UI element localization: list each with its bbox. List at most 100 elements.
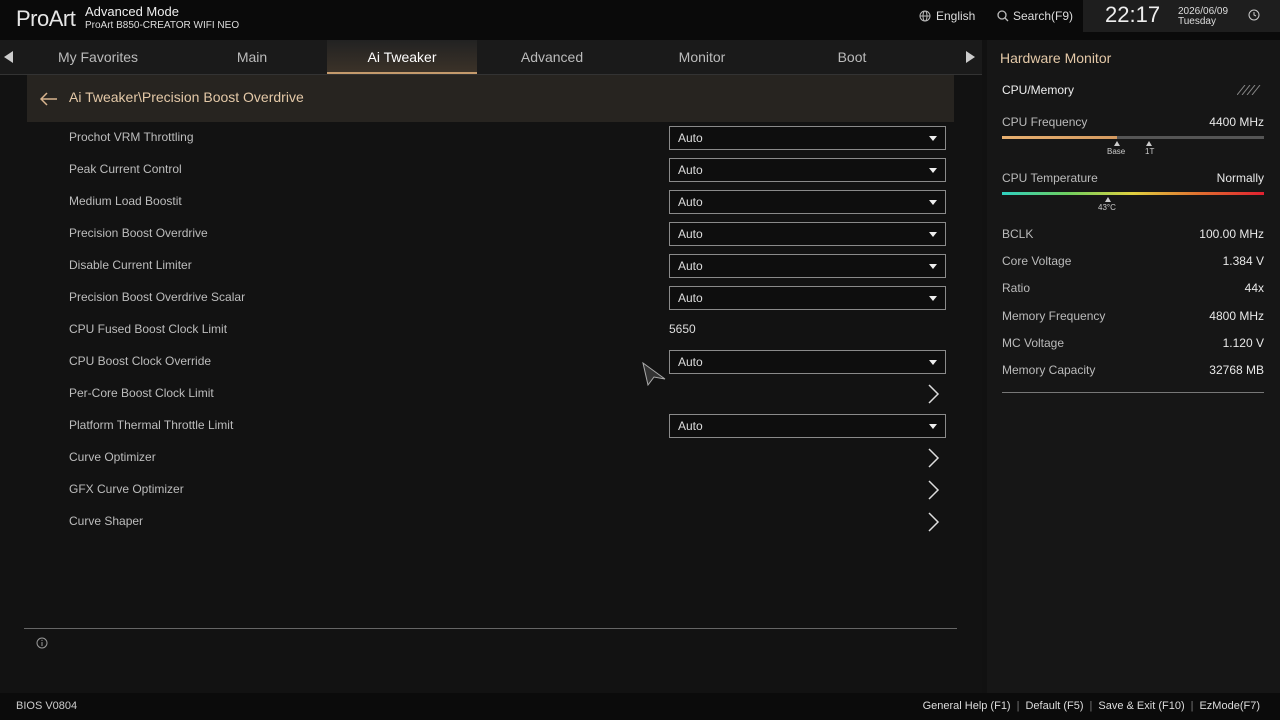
submenu-row[interactable]: GFX Curve Optimizer — [69, 478, 949, 502]
setting-select[interactable]: Auto — [669, 286, 946, 310]
temperature-marker-icon — [1105, 197, 1111, 202]
setting-row: Disable Current Limiter Auto — [69, 254, 949, 278]
mouse-cursor-icon — [642, 361, 666, 387]
setting-label: Prochot VRM Throttling — [69, 130, 194, 144]
dropdown-caret-icon — [929, 168, 937, 173]
setting-label: Medium Load Boostit — [69, 194, 182, 208]
hatch-icon — [1237, 85, 1261, 95]
setting-row: Platform Thermal Throttle Limit Auto — [69, 414, 949, 438]
search-icon — [997, 10, 1009, 22]
setting-select[interactable]: Auto — [669, 350, 946, 374]
setting-select[interactable]: Auto — [669, 158, 946, 182]
stat-label: MC Voltage — [1002, 336, 1065, 350]
ezmode-button[interactable]: EzMode(F7) — [1199, 700, 1260, 712]
dropdown-caret-icon — [929, 200, 937, 205]
setting-value: Auto — [678, 419, 703, 433]
save-exit-button[interactable]: Save & Exit (F10) — [1098, 700, 1184, 712]
stat-value: 44x — [1244, 281, 1264, 295]
1t-marker-icon — [1146, 141, 1152, 146]
setting-row: Prochot VRM Throttling Auto — [69, 126, 949, 150]
stat-label: Ratio — [1002, 281, 1031, 295]
tab-my-favorites[interactable]: My Favorites — [23, 40, 173, 74]
mode-title: Advanced Mode — [85, 4, 179, 19]
setting-value: Auto — [678, 291, 703, 305]
board-model: ProArt B850-CREATOR WIFI NEO — [85, 20, 240, 31]
setting-row: Precision Boost Overdrive Scalar Auto — [69, 286, 949, 310]
bios-version: BIOS V0804 — [16, 700, 78, 712]
setting-select[interactable]: Auto — [669, 222, 946, 246]
setting-row: Medium Load Boostit Auto — [69, 190, 949, 214]
setting-row: CPU Boost Clock Override Auto — [69, 350, 949, 374]
stat-label: CPU Frequency — [1002, 115, 1088, 129]
general-help-button[interactable]: General Help (F1) — [923, 700, 1011, 712]
tab-monitor[interactable]: Monitor — [627, 40, 777, 74]
top-bar: ProArt Advanced Mode ProArt B850-CREATOR… — [0, 0, 1280, 40]
setting-value: Auto — [678, 227, 703, 241]
dropdown-caret-icon — [929, 424, 937, 429]
breadcrumb: Ai Tweaker\Precision Boost Overdrive — [27, 75, 954, 122]
stat-label: Memory Capacity — [1002, 363, 1096, 377]
back-arrow-icon[interactable] — [40, 92, 58, 106]
search-label: Search(F9) — [1013, 9, 1074, 23]
clock-time: 22:17 — [1105, 2, 1161, 27]
stat-label: Memory Frequency — [1002, 309, 1106, 323]
base-marker-label: Base — [1107, 147, 1126, 156]
setting-select[interactable]: Auto — [669, 126, 946, 150]
chevron-right-icon — [928, 512, 940, 532]
stat-value: Normally — [1216, 171, 1264, 185]
separator: | — [1089, 700, 1093, 712]
base-marker-icon — [1114, 141, 1120, 146]
setting-readonly-value: 5650 — [669, 322, 696, 336]
clock-date: 2026/06/09 Tuesday — [1178, 7, 1228, 27]
setting-label: Disable Current Limiter — [69, 258, 192, 272]
stat-value: 1.120 V — [1222, 336, 1264, 350]
setting-value: Auto — [678, 355, 703, 369]
stat-value: 4800 MHz — [1209, 309, 1264, 323]
setting-label: CPU Boost Clock Override — [69, 354, 212, 368]
stat-label: BCLK — [1002, 227, 1034, 241]
tab-ai-tweaker[interactable]: Ai Tweaker — [327, 40, 477, 74]
dropdown-caret-icon — [929, 296, 937, 301]
footer-bar: BIOS V0804 General Help (F1) | Default (… — [0, 693, 1280, 720]
submenu-row[interactable]: Per-Core Boost Clock Limit — [69, 382, 949, 406]
dropdown-caret-icon — [929, 232, 937, 237]
tab-bar: My Favorites Main Ai Tweaker Advanced Mo… — [0, 40, 982, 75]
default-button[interactable]: Default (F5) — [1025, 700, 1083, 712]
setting-label: Per-Core Boost Clock Limit — [69, 386, 214, 400]
tab-boot[interactable]: Boot — [777, 40, 927, 74]
help-divider — [24, 628, 957, 629]
clock-box: 22:17 2026/06/09 Tuesday — [1083, 0, 1280, 32]
search-button[interactable]: Search(F9) — [997, 9, 1073, 23]
function-keys: General Help (F1) | Default (F5) | Save … — [923, 700, 1260, 712]
setting-label: CPU Fused Boost Clock Limit — [69, 322, 228, 336]
setting-label: Peak Current Control — [69, 162, 182, 176]
setting-value: Auto — [678, 163, 703, 177]
hardware-monitor-panel: Hardware Monitor CPU/Memory CPU Frequenc… — [987, 40, 1280, 693]
cpu-frequency-bar — [1002, 136, 1264, 139]
tab-advanced[interactable]: Advanced — [477, 40, 627, 74]
stat-value: 100.00 MHz — [1199, 227, 1264, 241]
dropdown-caret-icon — [929, 136, 937, 141]
setting-select[interactable]: Auto — [669, 414, 946, 438]
submenu-row[interactable]: Curve Shaper — [69, 510, 949, 534]
setting-select[interactable]: Auto — [669, 254, 946, 278]
language-button[interactable]: English — [919, 9, 975, 23]
bios-screen: ProArt Advanced Mode ProArt B850-CREATOR… — [0, 0, 1280, 720]
stat-value: 4400 MHz — [1209, 115, 1264, 129]
tab-scroll-right-icon[interactable] — [966, 51, 975, 63]
stat-value: 1.384 V — [1222, 254, 1264, 268]
settings-panel: Ai Tweaker\Precision Boost Overdrive Pro… — [0, 75, 982, 693]
cpu-temperature-bar — [1002, 192, 1264, 195]
submenu-row[interactable]: Curve Optimizer — [69, 446, 949, 470]
chevron-right-icon — [928, 480, 940, 500]
clock-settings-icon[interactable] — [1248, 9, 1261, 22]
dropdown-caret-icon — [929, 360, 937, 365]
setting-row: Peak Current Control Auto — [69, 158, 949, 182]
day-value: Tuesday — [1178, 16, 1216, 27]
setting-label: Platform Thermal Throttle Limit — [69, 418, 234, 432]
tab-main[interactable]: Main — [177, 40, 327, 74]
tab-scroll-left-icon[interactable] — [4, 51, 13, 63]
cpu-frequency-fill — [1002, 136, 1118, 139]
separator: | — [1190, 700, 1194, 712]
setting-select[interactable]: Auto — [669, 190, 946, 214]
